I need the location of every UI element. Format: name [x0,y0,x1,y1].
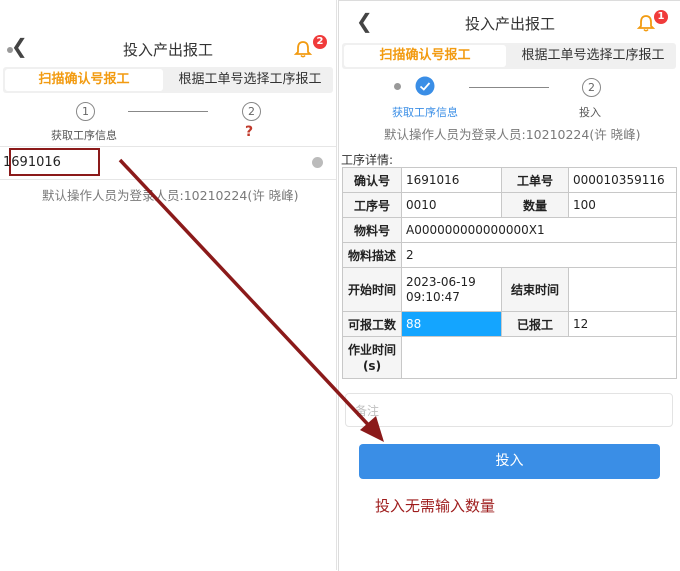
annotation-arrow [118,158,384,442]
